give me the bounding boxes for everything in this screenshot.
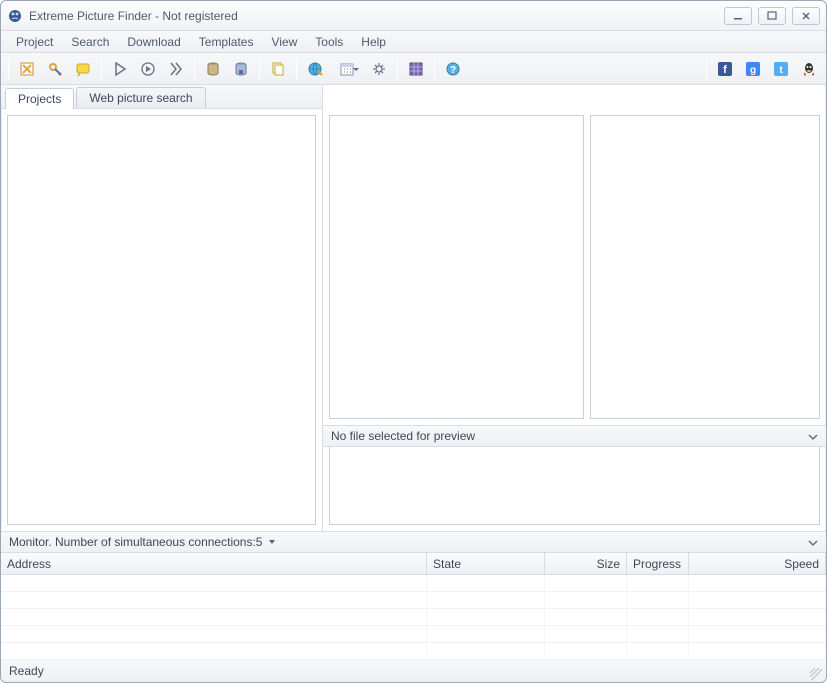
table-row [1, 609, 826, 626]
window-title: Extreme Picture Finder - Not registered [29, 9, 238, 23]
qq-icon[interactable] [796, 57, 822, 81]
tab-web-picture-search[interactable]: Web picture search [76, 87, 205, 108]
chevron-down-icon [808, 538, 818, 548]
menu-view[interactable]: View [262, 31, 306, 52]
menu-search[interactable]: Search [62, 31, 118, 52]
right-pane: No file selected for preview [323, 85, 826, 531]
calendar-icon[interactable] [330, 57, 364, 81]
menu-project[interactable]: Project [7, 31, 62, 52]
save-icon[interactable] [228, 57, 254, 81]
status-text: Ready [9, 664, 44, 678]
details-panel[interactable] [590, 115, 820, 419]
col-speed[interactable]: Speed [689, 553, 826, 574]
settings-icon[interactable] [42, 57, 68, 81]
download-grid: Address State Size Progress Speed [1, 553, 826, 660]
tab-projects[interactable]: Projects [5, 88, 74, 109]
menu-help[interactable]: Help [352, 31, 395, 52]
table-row [1, 575, 826, 592]
new-project-icon[interactable] [14, 57, 40, 81]
twitter-icon[interactable]: t [768, 57, 794, 81]
menu-download[interactable]: Download [118, 31, 189, 52]
content-area: Projects Web picture search No file sele… [1, 85, 826, 660]
gear-icon[interactable] [366, 57, 392, 81]
monitor-connections: 5 [256, 535, 263, 549]
database-icon[interactable] [200, 57, 226, 81]
skip-icon[interactable] [135, 57, 161, 81]
facebook-icon[interactable]: f [712, 57, 738, 81]
col-size[interactable]: Size [545, 553, 627, 574]
table-row [1, 643, 826, 660]
keyword-icon[interactable] [70, 57, 96, 81]
table-row [1, 592, 826, 609]
google-icon[interactable]: g [740, 57, 766, 81]
menubar: Project Search Download Templates View T… [1, 31, 826, 53]
thumbnail-panel[interactable] [329, 115, 584, 419]
table-row [1, 626, 826, 643]
toolbar: ? f g t [1, 53, 826, 85]
projects-list[interactable] [7, 115, 316, 525]
preview-header[interactable]: No file selected for preview [323, 425, 826, 447]
browse-icon[interactable] [302, 57, 328, 81]
statusbar: Ready [1, 660, 826, 682]
grid-header: Address State Size Progress Speed [1, 553, 826, 575]
monitor-label-prefix: Monitor. Number of simultaneous connecti… [9, 535, 256, 549]
chevron-down-icon [808, 432, 818, 442]
menu-tools[interactable]: Tools [306, 31, 352, 52]
preview-header-label: No file selected for preview [331, 429, 475, 443]
left-pane: Projects Web picture search [1, 85, 323, 531]
app-window: Extreme Picture Finder - Not registered … [0, 0, 827, 683]
pattern-icon[interactable] [403, 57, 429, 81]
svg-text:?: ? [450, 65, 456, 76]
dropdown-arrow-icon[interactable] [268, 538, 276, 546]
copy-icon[interactable] [265, 57, 291, 81]
help-icon[interactable]: ? [440, 57, 466, 81]
col-address[interactable]: Address [1, 553, 427, 574]
app-icon [7, 8, 23, 24]
close-button[interactable] [792, 7, 820, 25]
titlebar[interactable]: Extreme Picture Finder - Not registered [1, 1, 826, 31]
grid-rows[interactable] [1, 575, 826, 659]
resize-grip-icon[interactable] [810, 668, 822, 680]
tabs: Projects Web picture search [1, 85, 322, 109]
svg-text:g: g [750, 65, 756, 76]
col-state[interactable]: State [427, 553, 545, 574]
play-icon[interactable] [107, 57, 133, 81]
maximize-button[interactable] [758, 7, 786, 25]
step-icon[interactable] [163, 57, 189, 81]
monitor-header[interactable]: Monitor. Number of simultaneous connecti… [1, 531, 826, 553]
window-controls [724, 7, 820, 25]
col-progress[interactable]: Progress [627, 553, 689, 574]
minimize-button[interactable] [724, 7, 752, 25]
menu-templates[interactable]: Templates [190, 31, 263, 52]
preview-body [329, 447, 820, 525]
svg-text:f: f [723, 64, 727, 76]
